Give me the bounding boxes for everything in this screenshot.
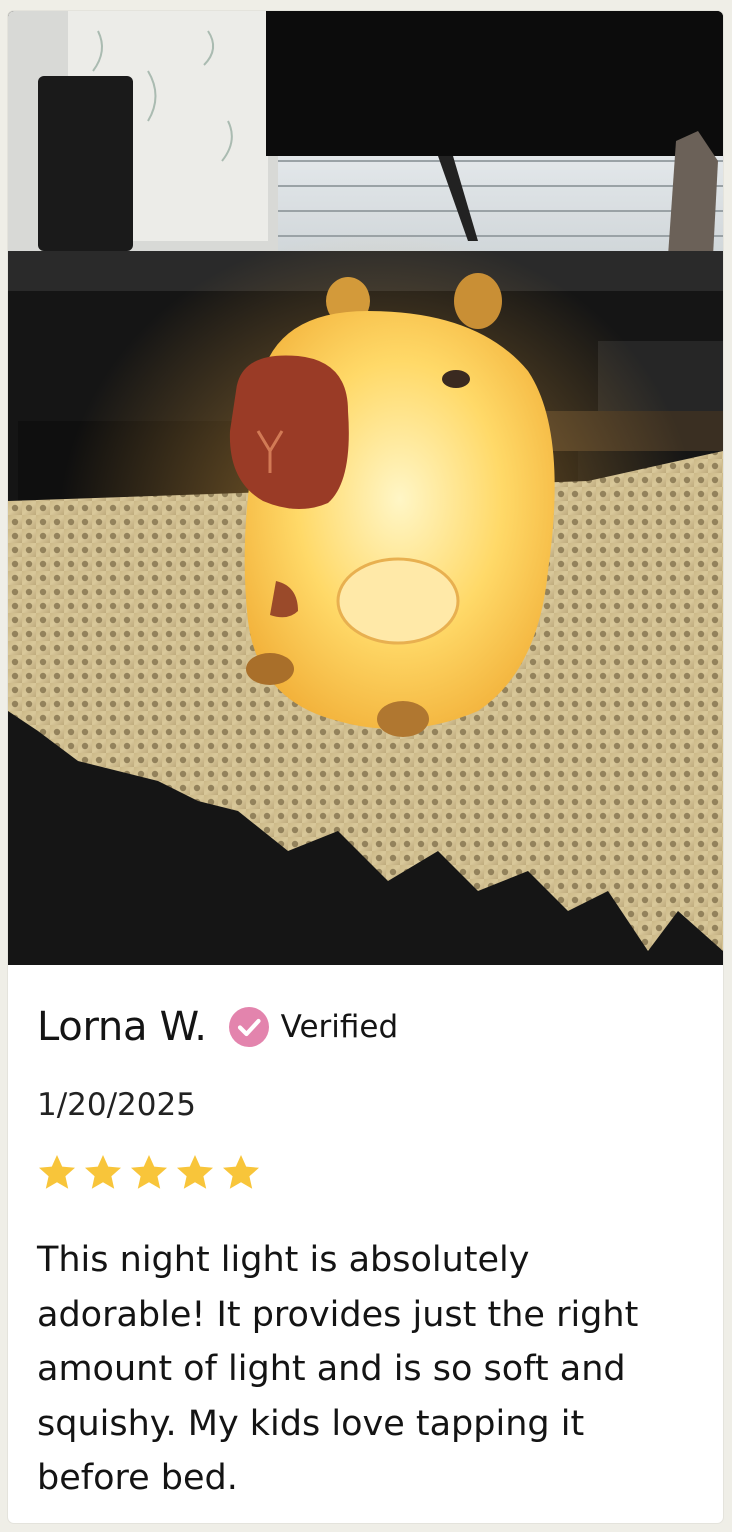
star-rating (37, 1153, 261, 1193)
photo-icon (8, 11, 723, 965)
star-icon (131, 1155, 167, 1189)
verified-label: Verified (280, 1009, 399, 1045)
star-icon (39, 1155, 75, 1189)
review-details: Lorna W. Verified 1/20/2025 This night l… (8, 965, 723, 1523)
reviewer-row: Lorna W. Verified (37, 1003, 398, 1051)
review-card: Lorna W. Verified 1/20/2025 This night l… (8, 11, 723, 1523)
review-text: This night light is absolutely adorable!… (37, 1240, 639, 1498)
star-icon (177, 1155, 213, 1189)
review-date: 1/20/2025 (37, 1087, 196, 1123)
verified-check-icon (228, 1007, 269, 1047)
reviewer-name: Lorna W. (37, 1004, 207, 1050)
review-photo[interactable] (8, 11, 723, 965)
star-icon (85, 1155, 121, 1189)
star-icon (223, 1155, 259, 1189)
